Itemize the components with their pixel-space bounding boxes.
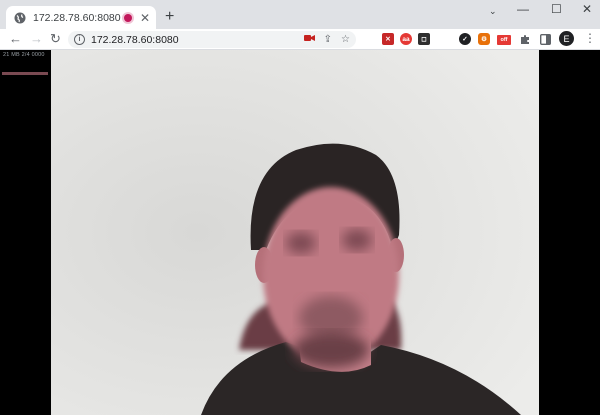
address-bar[interactable]: i 172.28.78.60:8080 ⇪ ☆ — [68, 31, 356, 48]
browser-tab[interactable]: 172.28.78.60:8080 ✕ — [6, 6, 156, 29]
minimize-icon[interactable]: — — [517, 3, 529, 15]
page-content: 21 MB 2/4 0000 — [0, 50, 600, 415]
close-icon[interactable]: ✕ — [582, 3, 592, 15]
ext-sensor-icon[interactable]: ✕ — [382, 33, 394, 45]
star-icon[interactable]: ☆ — [341, 34, 350, 45]
ext-pocket-icon[interactable]: ◻ — [418, 33, 430, 45]
stream-progress-bar — [2, 72, 48, 75]
tab-title: 172.28.78.60:8080 — [33, 11, 121, 24]
close-icon[interactable]: ✕ — [140, 12, 150, 24]
webcam-video-feed — [51, 50, 539, 415]
recording-dot-icon — [123, 13, 132, 22]
ext-off-badge-icon[interactable]: off — [497, 35, 511, 45]
back-arrow-icon[interactable]: ← — [9, 32, 22, 45]
share-icon[interactable]: ⇪ — [324, 34, 332, 45]
camera-icon[interactable] — [303, 34, 315, 45]
reload-icon[interactable]: ↻ — [50, 32, 61, 45]
forward-arrow-icon[interactable]: → — [30, 32, 43, 45]
browser-toolbar: ← → ↻ i 172.28.78.60:8080 ⇪ ☆ ✕ aa ◻ ✓ ⚙… — [0, 29, 600, 50]
stream-info-text: 21 MB 2/4 0000 — [3, 52, 45, 58]
ext-check-icon[interactable]: ✓ — [459, 33, 471, 45]
tab-strip: 172.28.78.60:8080 ✕ + ⌄ — ☐ ✕ — [0, 0, 600, 29]
extensions-puzzle-icon[interactable] — [519, 33, 531, 45]
menu-icon[interactable]: ⋮ — [584, 32, 596, 44]
profile-avatar[interactable]: E — [559, 31, 574, 46]
url-text: 172.28.78.60:8080 — [91, 33, 179, 46]
new-tab-button[interactable]: + — [165, 9, 174, 25]
info-icon[interactable]: i — [74, 34, 85, 45]
globe-icon — [14, 12, 26, 24]
side-panel-icon[interactable] — [539, 33, 551, 45]
ext-red-circle-icon[interactable]: aa — [400, 33, 412, 45]
video-frame — [51, 50, 539, 415]
maximize-icon[interactable]: ☐ — [551, 3, 562, 15]
chevron-down-icon[interactable]: ⌄ — [489, 6, 497, 17]
ext-gear-icon[interactable]: ⚙ — [478, 33, 490, 45]
